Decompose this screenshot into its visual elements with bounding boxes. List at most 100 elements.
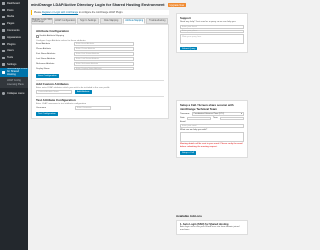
tab-ldap-config[interactable]: LDAP Configuration [54,18,77,24]
ldap-icon [2,71,5,74]
sidebar-item-dashboard[interactable]: Dashboard [0,0,28,7]
timezone-value: Coordinated Universal Time (UTC) [193,112,225,115]
admin-sidebar: Dashboard Posts Media Pages Comments App… [0,0,28,250]
tab-bar: Register Login With miniOrange LDAP Conf… [31,18,169,24]
attribute-field-email: Email Attribute Enter Email Attribute [36,42,164,47]
call-help-textarea[interactable] [180,131,244,142]
pages-icon [2,22,5,25]
addon-desc: Auto login users into your WordPress sit… [180,226,240,231]
sidebar-item-comments[interactable]: Comments [0,27,28,34]
enable-attribute-checkbox[interactable] [36,35,39,38]
tools-icon [2,56,5,59]
tab-troubleshooting[interactable]: Troubleshooting [146,18,169,24]
timezone-label: Timezone [180,112,190,115]
time-input[interactable] [219,116,244,121]
date-time-row: Date Time [180,116,244,121]
support-query-placeholder: Write your query here [182,35,202,38]
notice-suffix: to configure the miniOrange LDAP Plugin. [78,10,124,14]
support-phone-input[interactable]: Enter your phone [180,29,244,34]
test-config-title: Test Attribute Configuration [36,97,76,102]
test-configuration-button[interactable]: Test Configuration [36,112,58,116]
enable-attribute-row: Enable Attribute Mapping [36,34,164,39]
sidebar-item-pages[interactable]: Pages [0,20,28,27]
test-username-row: Username Enter Username [36,105,164,110]
title-row: miniOrange LDAP/Active Directory Login f… [31,2,248,8]
sidebar-item-label: Settings [7,63,17,67]
time-label: Time [212,117,218,120]
date-input[interactable] [186,116,211,121]
setup-call-button[interactable]: Setup a Call [180,151,196,155]
support-email-input[interactable]: Enter your Email [180,25,244,29]
upgrade-now-button[interactable]: Upgrade Now [167,2,187,8]
sidebar-item-posts[interactable]: Posts [0,7,28,14]
nickname-attribute-input[interactable]: Enter Nickname Attribute [74,61,134,66]
custom-attribute-input[interactable]: Custom Attribute Name [36,90,72,94]
call-email-label: Email [180,121,186,124]
addons-panel: Available Add-ons 1. Auto Login (SSO) fo… [176,210,248,235]
custom-attributes-title: Add Custom Attributes [36,82,69,87]
sidebar-item-label: Media [7,15,15,19]
sidebar-item-label: Posts [7,8,14,12]
tab-signin-settings[interactable]: Sign In Settings [77,18,100,24]
test-username-input[interactable]: Enter Username [75,105,111,110]
collapse-menu[interactable]: Collapse menu [0,90,28,97]
save-configuration-button[interactable]: Save Configuration [36,74,59,78]
comments-icon [2,29,5,32]
sidebar-submenu: LDAP Config Licensing Plans [0,76,28,89]
appearance-icon [2,36,5,39]
attribute-field-phone: Phone Attribute Enter Phone Attribute [36,47,164,52]
username-label: Username [36,106,47,109]
page-title: miniOrange LDAP/Active Directory Login f… [31,3,165,7]
sidebar-item-label: Users [7,49,14,53]
dashboard-icon [2,2,5,5]
media-icon [2,15,5,19]
sidebar-item-users[interactable]: Users [0,48,28,55]
tab-register[interactable]: Register Login With miniOrange [31,18,54,24]
field-label: First Name Attribute [36,52,56,55]
collapse-label: Collapse menu [7,92,25,96]
sidebar-item-appearance[interactable]: Appearance [0,34,28,41]
users-icon [2,49,5,53]
tab-attribute-mapping[interactable]: Attribute Mapping [123,18,146,24]
call-email-input[interactable]: Enter your email [180,124,244,128]
call-help-label: What can we help you with? [180,128,208,131]
support-query-textarea[interactable]: Write your query here [180,34,244,45]
sidebar-subitem-licensing[interactable]: Licensing Plans [0,83,28,88]
tab-role-mapping[interactable]: Role Mapping [100,18,123,24]
register-notice: Please Register or Login with miniOrange… [31,10,169,15]
add-attribute-button[interactable]: Add Attribute [75,90,92,94]
attribute-field-displayname: Display Name Enter Display Name Attribute [36,66,164,71]
register-link[interactable]: Register or Login with miniOrange [42,11,78,14]
test-config-desc: Enter LDAP username to test attribute co… [36,102,87,105]
sidebar-item-settings[interactable]: Settings [0,61,28,68]
phone-attribute-input[interactable]: Enter Phone Attribute [74,47,134,51]
timezone-select[interactable]: Coordinated Universal Time (UTC) ▾ [191,112,244,116]
sidebar-item-tools[interactable]: Tools [0,54,28,61]
submit-query-button[interactable]: Submit Query [180,46,198,51]
attribute-config-title: Attribute Configuration [36,29,69,33]
sidebar-item-ldap[interactable]: miniOrange LDAP for Shared Hosting [0,67,28,77]
lastname-attribute-input[interactable]: Enter Last Name Attribute [74,57,134,61]
support-desc: Need any help? Just send us a query so w… [180,21,237,23]
sidebar-item-plugins[interactable]: Plugins [0,41,28,48]
sidebar-item-label: Tools [7,56,14,60]
sidebar-item-label: Plugins [7,42,16,46]
posts-icon [2,9,5,12]
meeting-warning: Meeting details will be sent to your ema… [180,142,243,148]
attribute-field-nickname: Nickname Attribute Enter Nickname Attribu… [36,61,164,66]
sidebar-item-label: Comments [7,29,20,33]
field-label: Phone Attribute [36,48,51,51]
displayname-attribute-select[interactable]: Enter Display Name Attribute [74,66,134,71]
sidebar-item-media[interactable]: Media [0,14,28,21]
plugins-icon [2,42,5,46]
timezone-row: Timezone Coordinated Universal Time (UTC… [180,112,244,116]
date-label: Date [180,117,185,120]
addons-title: Available Add-ons [176,214,202,218]
sidebar-item-label: Dashboard [7,1,20,5]
support-panel: Support Need any help? Just send us a qu… [176,13,248,54]
sidebar-item-label: Pages [7,22,15,26]
firstname-attribute-input[interactable]: Enter First Name Attribute [74,52,134,56]
email-attribute-input[interactable]: Enter Email Attribute [74,42,134,46]
support-title: Support [180,16,191,20]
collapse-icon [2,92,5,95]
